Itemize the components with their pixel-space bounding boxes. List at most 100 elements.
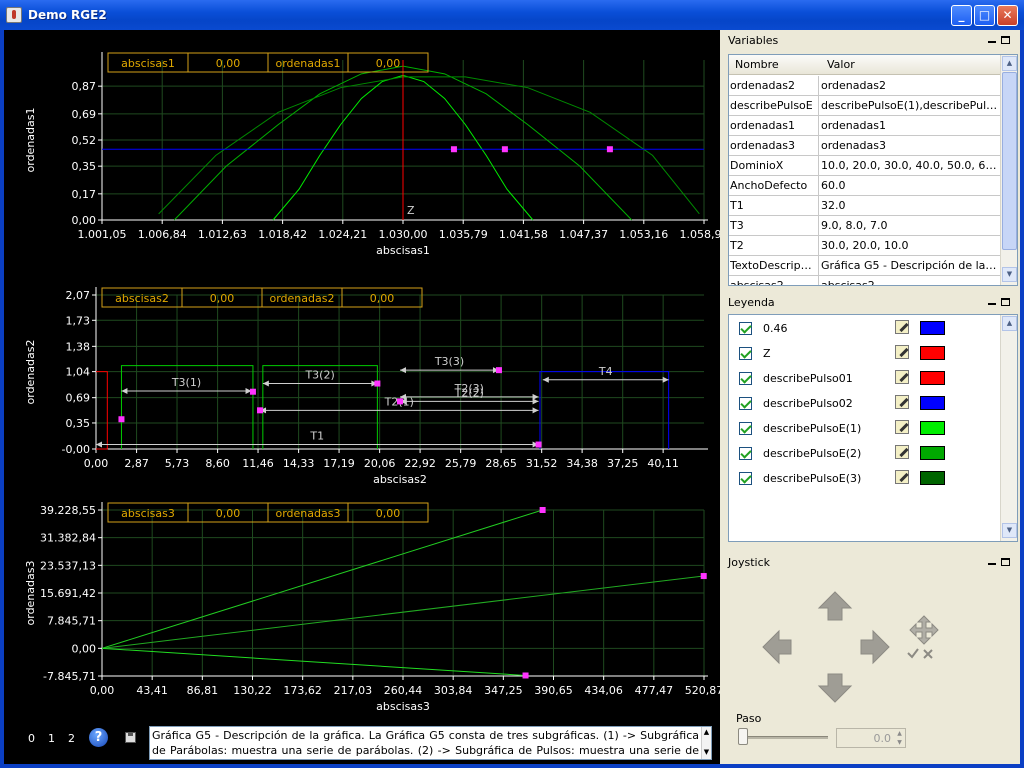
close-button[interactable]: ✕ — [997, 5, 1018, 26]
variables-table[interactable]: Nombre Valor ordenadas2 ordenadas2 describ… — [728, 54, 1018, 286]
legend-color-swatch[interactable] — [920, 321, 945, 335]
variables-scrollbar[interactable]: ▲ ▼ — [1000, 55, 1017, 285]
edit-style-icon[interactable] — [895, 420, 909, 434]
variable-value: 10.0, 20.0, 30.0, 40.0, 50.0, 60.... — [821, 159, 999, 172]
panel-minimize-icon[interactable] — [988, 303, 996, 305]
window-title-bar[interactable]: Demo RGE2 _ □ ✕ — [0, 0, 1024, 30]
variable-row[interactable]: TextoDescripcion Gráfica G5 - Descripción… — [729, 256, 1001, 276]
legend-visibility-checkbox[interactable] — [739, 397, 752, 410]
variable-row[interactable]: ordenadas2 ordenadas2 — [729, 76, 1001, 96]
scroll-down-arrow[interactable]: ▼ — [1002, 523, 1017, 538]
edit-style-icon[interactable] — [895, 370, 909, 384]
data-marker[interactable] — [495, 367, 502, 374]
data-marker[interactable] — [535, 441, 542, 448]
variable-value: describePulsoE(1),describePulsoE(... — [821, 99, 999, 112]
description-scrollbar[interactable]: ▲ ▼ — [701, 727, 711, 759]
variable-name: AnchoDefecto — [730, 179, 808, 192]
variable-row[interactable]: T3 9.0, 8.0, 7.0 — [729, 216, 1001, 236]
legend-label: describePulso01 — [763, 372, 853, 385]
legend-color-swatch[interactable] — [920, 396, 945, 410]
data-marker[interactable] — [397, 398, 403, 405]
x-tick-label: 17,19 — [323, 457, 355, 470]
page-1-link[interactable]: 1 — [48, 732, 55, 745]
data-marker[interactable] — [700, 573, 707, 580]
panel-maximize-icon[interactable] — [1001, 298, 1010, 306]
variable-row[interactable]: describePulsoE describePulsoE(1),describe… — [729, 96, 1001, 116]
legend-visibility-checkbox[interactable] — [739, 347, 752, 360]
paso-spinner[interactable]: 0.0 ▲ ▼ — [836, 728, 906, 748]
variable-value: ordenadas1 — [821, 119, 886, 132]
panel-maximize-icon[interactable] — [1001, 36, 1010, 44]
edit-style-icon[interactable] — [895, 445, 909, 459]
paso-slider[interactable] — [740, 736, 828, 739]
legend-visibility-checkbox[interactable] — [739, 372, 752, 385]
legend-visibility-checkbox[interactable] — [739, 422, 752, 435]
arrow-left-icon[interactable] — [762, 629, 792, 665]
data-marker[interactable] — [257, 407, 264, 414]
x-tick-label: 173,62 — [283, 684, 322, 697]
legend-panel-controls[interactable] — [988, 298, 1012, 308]
scroll-up-arrow[interactable]: ▲ — [1002, 316, 1017, 331]
description-textarea[interactable]: Gráfica G5 - Descripción de la gráfica. … — [149, 726, 712, 760]
variable-value: 9.0, 8.0, 7.0 — [821, 219, 888, 232]
variable-name: describePulsoE — [730, 99, 813, 112]
variable-row[interactable]: T2 30.0, 20.0, 10.0 — [729, 236, 1001, 256]
variable-row[interactable]: ordenadas1 ordenadas1 — [729, 116, 1001, 136]
edit-style-icon[interactable] — [895, 320, 909, 334]
legend-color-swatch[interactable] — [920, 471, 945, 485]
column-header-valor[interactable]: Valor — [827, 58, 855, 71]
data-marker[interactable] — [501, 146, 508, 153]
variable-row[interactable]: ordenadas3 ordenadas3 — [729, 136, 1001, 156]
charts-canvas[interactable]: 1.001,05 1.006,84 1.012,63 1.018,42 1.024,21… — [4, 30, 728, 724]
chart-g3[interactable]: 0,00 43,41 86,81 130,22 173,62 217,03 260,44 30… — [24, 502, 723, 713]
edit-style-icon[interactable] — [895, 345, 909, 359]
arrow-up-icon[interactable] — [817, 591, 853, 621]
chart-g2[interactable]: 0,00 2,87 5,73 8,60 11,46 14,33 17,19 20,06 22,9… — [24, 287, 708, 486]
scroll-thumb[interactable] — [1002, 72, 1017, 250]
column-header-nombre[interactable]: Nombre — [735, 58, 779, 71]
spinner-down-arrow[interactable]: ▼ — [894, 738, 905, 747]
legend-scrollbar[interactable]: ▲ ▼ — [1000, 315, 1017, 541]
legend-visibility-checkbox[interactable] — [739, 472, 752, 485]
arrow-right-icon[interactable] — [860, 629, 890, 665]
spinner-up-arrow[interactable]: ▲ — [894, 729, 905, 738]
y-tick-label: 0,69 — [66, 392, 91, 405]
legend-color-swatch[interactable] — [920, 446, 945, 460]
data-marker[interactable] — [606, 146, 613, 153]
edit-style-icon[interactable] — [895, 470, 909, 484]
data-marker[interactable] — [450, 146, 457, 153]
page-0-link[interactable]: 0 — [28, 732, 35, 745]
data-marker[interactable] — [539, 507, 546, 513]
scroll-up-arrow[interactable]: ▲ — [1002, 56, 1017, 71]
variable-row[interactable]: abscisas2 abscisas2 — [729, 276, 1001, 285]
data-marker[interactable] — [118, 416, 125, 423]
help-icon[interactable]: ? — [89, 728, 108, 747]
data-marker[interactable] — [374, 380, 381, 387]
legend-color-swatch[interactable] — [920, 346, 945, 360]
legend-color-swatch[interactable] — [920, 371, 945, 385]
arrow-down-icon[interactable] — [817, 673, 853, 703]
data-marker[interactable] — [522, 672, 529, 679]
legend-visibility-checkbox[interactable] — [739, 322, 752, 335]
variable-row[interactable]: AnchoDefecto 60.0 — [729, 176, 1001, 196]
joystick-pad — [762, 591, 939, 703]
page-2-link[interactable]: 2 — [68, 732, 75, 745]
chart-g1[interactable]: 1.001,05 1.006,84 1.012,63 1.018,42 1.024,21… — [24, 52, 728, 257]
paso-slider-thumb[interactable] — [738, 728, 748, 745]
save-icon[interactable] — [125, 732, 136, 743]
legend-visibility-checkbox[interactable] — [739, 447, 752, 460]
legend-label: describePulso02 — [763, 397, 853, 410]
minimize-button[interactable]: _ — [951, 5, 972, 26]
variables-panel-controls[interactable] — [988, 36, 1012, 46]
x-tick-label: 1.058,95 — [680, 228, 720, 241]
move-center-icon[interactable] — [907, 615, 939, 659]
panel-minimize-icon[interactable] — [988, 41, 996, 43]
legend-color-swatch[interactable] — [920, 421, 945, 435]
maximize-button[interactable]: □ — [974, 5, 995, 26]
x-tick-label: 0,00 — [90, 684, 115, 697]
data-marker[interactable] — [249, 388, 256, 395]
edit-style-icon[interactable] — [895, 395, 909, 409]
variable-row[interactable]: DominioX 10.0, 20.0, 30.0, 40.0, 50.0, 60… — [729, 156, 1001, 176]
variable-row[interactable]: T1 32.0 — [729, 196, 1001, 216]
scroll-down-arrow[interactable]: ▼ — [1002, 267, 1017, 282]
